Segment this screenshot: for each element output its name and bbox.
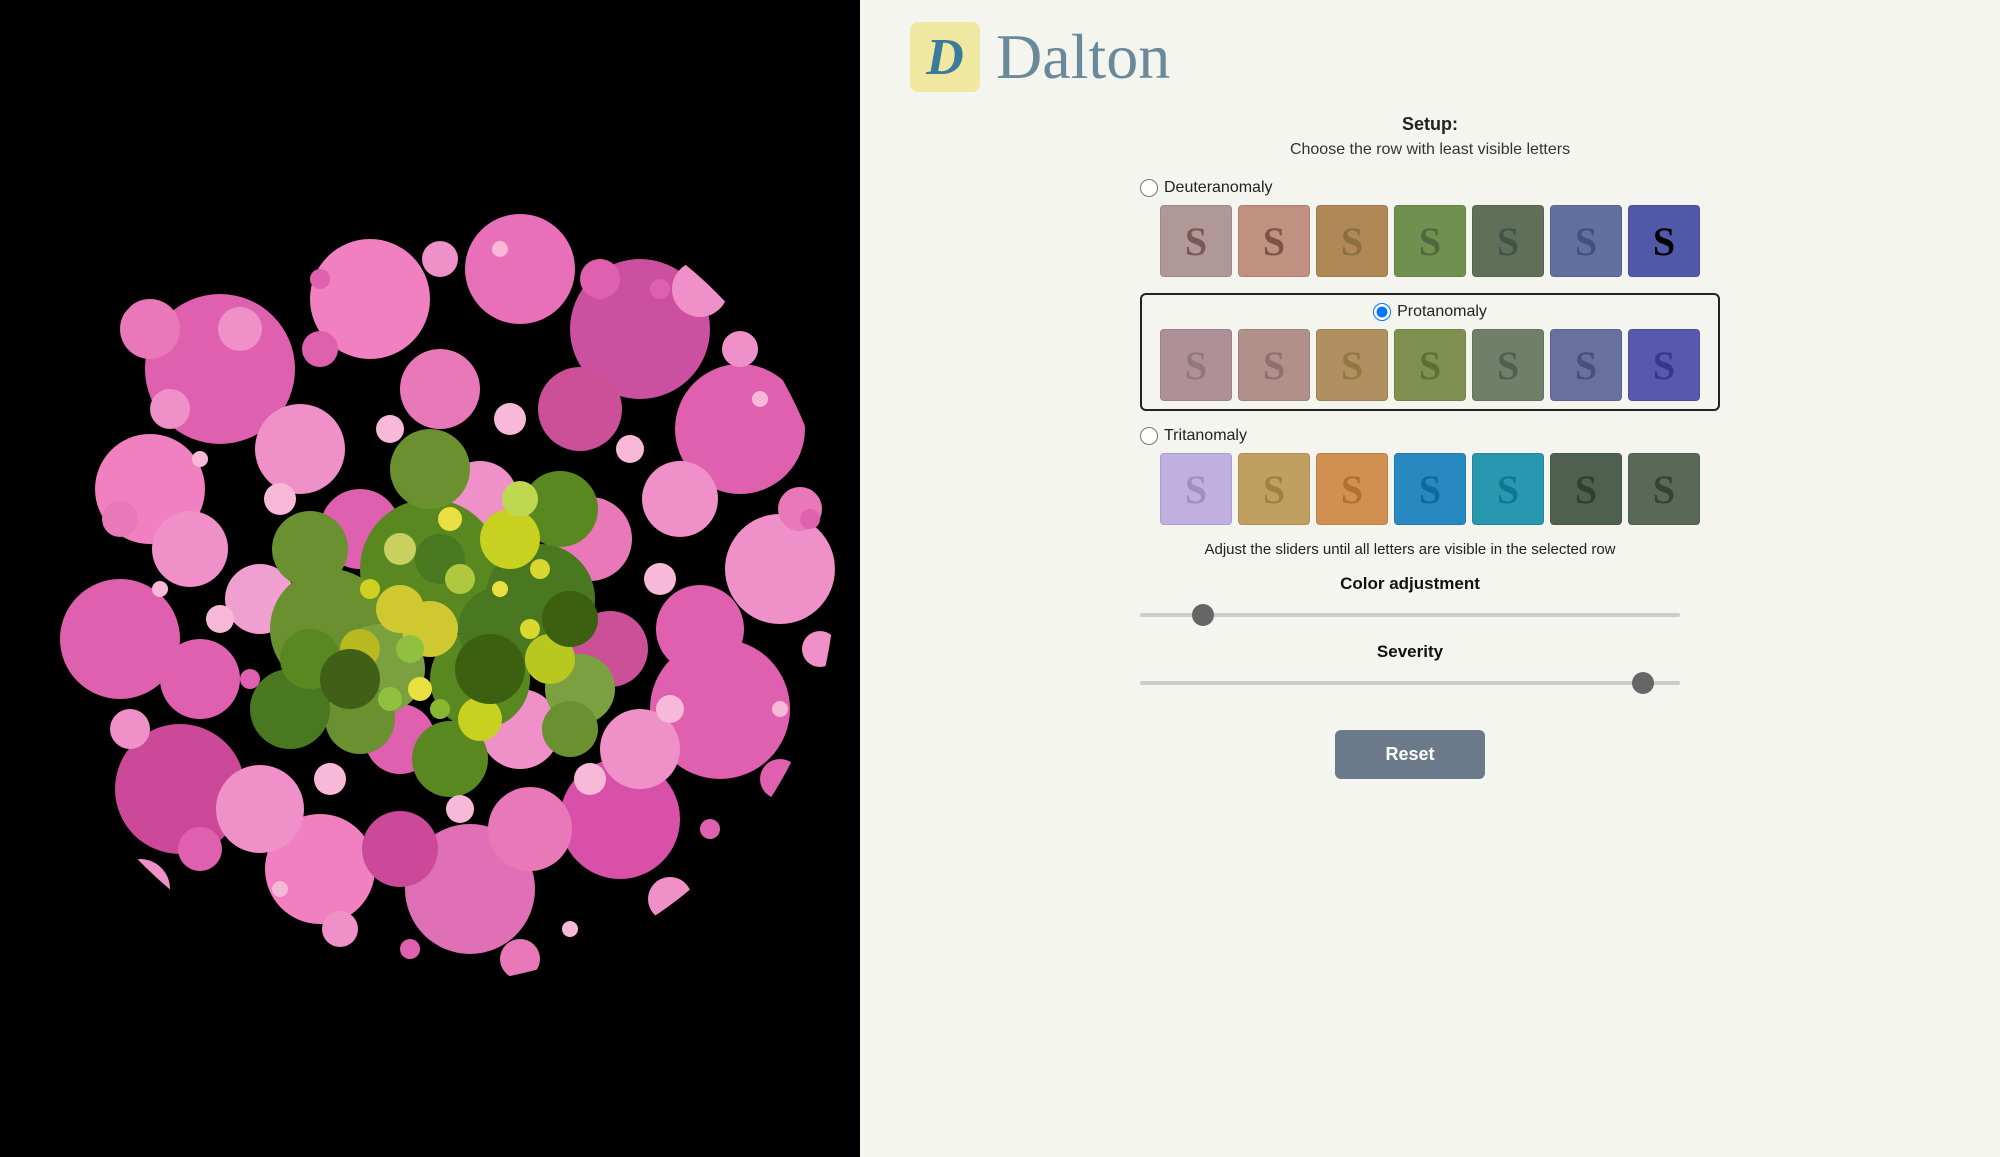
deuteranomaly-group: Deuteranomaly S S S S S S S bbox=[1140, 179, 1720, 277]
severity-slider[interactable] bbox=[1140, 681, 1680, 685]
logo-letter: D bbox=[926, 28, 964, 87]
deuteranomaly-label[interactable]: Deuteranomaly bbox=[1164, 179, 1273, 197]
setup-instruction: Choose the row with least visible letter… bbox=[1140, 141, 1720, 159]
swatch: S bbox=[1472, 329, 1544, 401]
deuteranomaly-radio[interactable] bbox=[1140, 179, 1158, 197]
ishihara-circles bbox=[20, 169, 840, 989]
swatch: S bbox=[1238, 453, 1310, 525]
swatch: S bbox=[1160, 329, 1232, 401]
swatch: S bbox=[1550, 453, 1622, 525]
severity-label: Severity bbox=[1140, 642, 1680, 662]
slider-instruction: Adjust the sliders until all letters are… bbox=[1140, 541, 1680, 558]
swatch: S bbox=[1238, 329, 1310, 401]
tritanomaly-radio-row: Tritanomaly bbox=[1140, 427, 1720, 445]
deuteranomaly-swatches: S S S S S S S bbox=[1140, 205, 1720, 277]
color-adjustment-slider[interactable] bbox=[1140, 613, 1680, 617]
swatch: S bbox=[1316, 205, 1388, 277]
swatch: S bbox=[1394, 205, 1466, 277]
protanomaly-radio[interactable] bbox=[1373, 303, 1391, 321]
setup-section: Setup: Choose the row with least visible… bbox=[1140, 114, 1720, 779]
swatch: S bbox=[1628, 453, 1700, 525]
color-test-panel bbox=[0, 0, 860, 1157]
tritanomaly-label[interactable]: Tritanomaly bbox=[1164, 427, 1247, 445]
tritanomaly-swatches: S S S S S S S bbox=[1140, 453, 1720, 525]
swatch: S bbox=[1550, 205, 1622, 277]
color-adjustment-group: Color adjustment bbox=[1140, 574, 1680, 622]
swatch: S bbox=[1628, 205, 1700, 277]
severity-group: Severity bbox=[1140, 642, 1680, 690]
protanomaly-swatches: S S S S S S S bbox=[1150, 329, 1710, 401]
swatch: S bbox=[1238, 205, 1310, 277]
swatch: S bbox=[1472, 453, 1544, 525]
swatch: S bbox=[1394, 329, 1466, 401]
setup-label: Setup: bbox=[1140, 114, 1720, 135]
app-title: Dalton bbox=[996, 20, 1170, 94]
swatch: S bbox=[1628, 329, 1700, 401]
circles-svg bbox=[20, 169, 840, 989]
swatch: S bbox=[1316, 329, 1388, 401]
swatch: S bbox=[1550, 329, 1622, 401]
swatch: S bbox=[1160, 453, 1232, 525]
protanomaly-group: Protanomaly S S S S S S S bbox=[1140, 293, 1720, 411]
app-logo: D bbox=[910, 22, 980, 92]
swatch: S bbox=[1316, 453, 1388, 525]
swatch: S bbox=[1160, 205, 1232, 277]
app-header: D Dalton bbox=[890, 20, 1170, 94]
tritanomaly-radio[interactable] bbox=[1140, 427, 1158, 445]
reset-button[interactable]: Reset bbox=[1335, 730, 1484, 779]
settings-panel: D Dalton Setup: Choose the row with leas… bbox=[860, 0, 2000, 1157]
deuteranomaly-radio-row: Deuteranomaly bbox=[1140, 179, 1720, 197]
tritanomaly-group: Tritanomaly S S S S S S S bbox=[1140, 427, 1720, 525]
color-adjustment-label: Color adjustment bbox=[1140, 574, 1680, 594]
swatch: S bbox=[1394, 453, 1466, 525]
swatch: S bbox=[1472, 205, 1544, 277]
sliders-section: Adjust the sliders until all letters are… bbox=[1140, 541, 1680, 779]
protanomaly-label[interactable]: Protanomaly bbox=[1397, 303, 1487, 321]
protanomaly-radio-row: Protanomaly bbox=[1150, 303, 1710, 321]
